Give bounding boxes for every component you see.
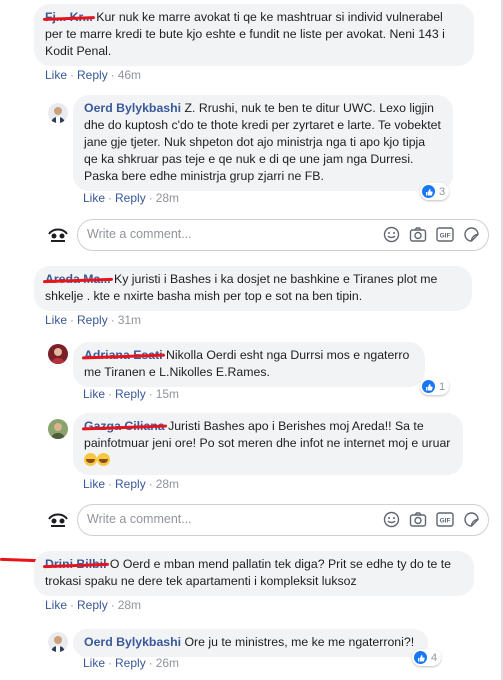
smiley-icon[interactable] [383, 226, 400, 243]
separator: · [70, 68, 75, 82]
gif-icon[interactable]: GIF [436, 226, 454, 243]
reply-button[interactable]: Reply [115, 387, 146, 401]
separator: · [148, 387, 153, 401]
comment-actions: Like · Reply · 46m [45, 68, 141, 82]
reply-button[interactable]: Reply [77, 598, 108, 612]
comment-bubble: Oerd Bylykbashi Ore ju te ministres, me … [73, 629, 428, 657]
comment-input[interactable]: Write a comment... GIF [77, 504, 489, 536]
comment-bubble: Oerd Bylykbashi Z. Rrushi, nuk te ben te… [73, 95, 453, 191]
gif-icon[interactable]: GIF [436, 511, 454, 528]
avatar[interactable] [48, 632, 68, 652]
separator: · [108, 191, 113, 205]
timestamp[interactable]: 28m [156, 191, 179, 205]
comment-text: Kur nuk ke marre avokat ti qe ke mashtru… [45, 10, 445, 58]
avatar[interactable] [48, 419, 68, 439]
avatar[interactable] [48, 103, 68, 123]
separator: · [148, 656, 153, 670]
timestamp[interactable]: 28m [156, 477, 179, 491]
comment-bubble: Fj... Kr... Kur nuk ke marre avokat ti q… [34, 4, 474, 66]
separator: · [110, 598, 115, 612]
sticker-icon[interactable] [463, 226, 480, 243]
comment-actions: Like · Reply · 15m [83, 387, 179, 401]
thumbs-up-icon [414, 651, 427, 664]
comment-actions: Like · Reply · 31m [45, 313, 141, 327]
separator: · [110, 313, 115, 327]
camera-icon[interactable] [409, 511, 427, 528]
laughing-emoji-icon [97, 453, 110, 466]
like-button[interactable]: Like [45, 598, 67, 612]
comment-bubble: Drini Bilbil O Oerd e mban mend pallatin… [34, 551, 474, 596]
reply-button[interactable]: Reply [77, 313, 108, 327]
reaction-number: 1 [439, 380, 446, 393]
reaction-number: 3 [439, 185, 446, 198]
reply-button[interactable]: Reply [115, 477, 146, 491]
comment-text: Ore ju te ministres, me ke me ngaterroni… [184, 635, 415, 649]
timestamp[interactable]: 26m [156, 656, 179, 670]
like-button[interactable]: Like [83, 477, 105, 491]
comment-actions: Like · Reply · 26m [83, 656, 179, 670]
comment-actions: Like · Reply · 28m [83, 191, 179, 205]
reaction-count[interactable]: 1 [420, 378, 450, 395]
laughing-emoji-icon [84, 453, 97, 466]
comment-bubble: Adriana Esati Nikolla Oerdi esht nga Dur… [73, 342, 425, 387]
separator: · [110, 68, 115, 82]
reaction-count[interactable]: 4 [412, 649, 442, 666]
comment-author[interactable]: Oerd Bylykbashi [84, 101, 181, 115]
reaction-number: 4 [431, 651, 438, 664]
separator: · [108, 387, 113, 401]
like-button[interactable]: Like [83, 656, 105, 670]
comment-placeholder: Write a comment... [87, 512, 192, 526]
separator: · [108, 477, 113, 491]
comment-bubble: Areda Ma... Ky juristi i Bashes i ka dos… [34, 266, 472, 311]
comment-actions: Like · Reply · 28m [45, 598, 141, 612]
comment-author[interactable]: Areda Ma... [45, 272, 111, 286]
comment-author[interactable]: Drini Bilbil [45, 557, 107, 571]
svg-text:GIF: GIF [440, 518, 451, 525]
timestamp[interactable]: 15m [156, 387, 179, 401]
smiley-icon[interactable] [383, 511, 400, 528]
reply-button[interactable]: Reply [115, 191, 146, 205]
separator: · [70, 598, 75, 612]
thumbs-up-icon [422, 185, 435, 198]
avatar[interactable] [48, 344, 68, 364]
comment-bubble: Gazga Ciliana Juristi Bashes apo i Beris… [73, 413, 463, 475]
like-button[interactable]: Like [83, 387, 105, 401]
timestamp[interactable]: 46m [118, 68, 141, 82]
comment-actions: Like · Reply · 28m [83, 477, 179, 491]
svg-text:GIF: GIF [440, 233, 451, 240]
comment-author[interactable]: Oerd Bylykbashi [84, 635, 181, 649]
user-avatar [47, 224, 69, 246]
separator: · [148, 477, 153, 491]
camera-icon[interactable] [409, 226, 427, 243]
separator: · [70, 313, 75, 327]
like-button[interactable]: Like [45, 313, 67, 327]
comment-input[interactable]: Write a comment... GIF [77, 219, 489, 251]
comment-author[interactable]: Gazga Ciliana [84, 419, 165, 433]
reply-button[interactable]: Reply [115, 656, 146, 670]
timestamp[interactable]: 31m [118, 313, 141, 327]
comment-placeholder: Write a comment... [87, 227, 192, 241]
reply-button[interactable]: Reply [77, 68, 108, 82]
separator: · [108, 656, 113, 670]
sticker-icon[interactable] [463, 511, 480, 528]
like-button[interactable]: Like [45, 68, 67, 82]
thumbs-up-icon [422, 380, 435, 393]
user-avatar [47, 509, 69, 531]
timestamp[interactable]: 28m [118, 598, 141, 612]
separator: · [148, 191, 153, 205]
comment-author[interactable]: Fj... Kr... [45, 10, 93, 24]
reaction-count[interactable]: 3 [420, 183, 450, 200]
like-button[interactable]: Like [83, 191, 105, 205]
comment-author[interactable]: Adriana Esati [84, 348, 163, 362]
